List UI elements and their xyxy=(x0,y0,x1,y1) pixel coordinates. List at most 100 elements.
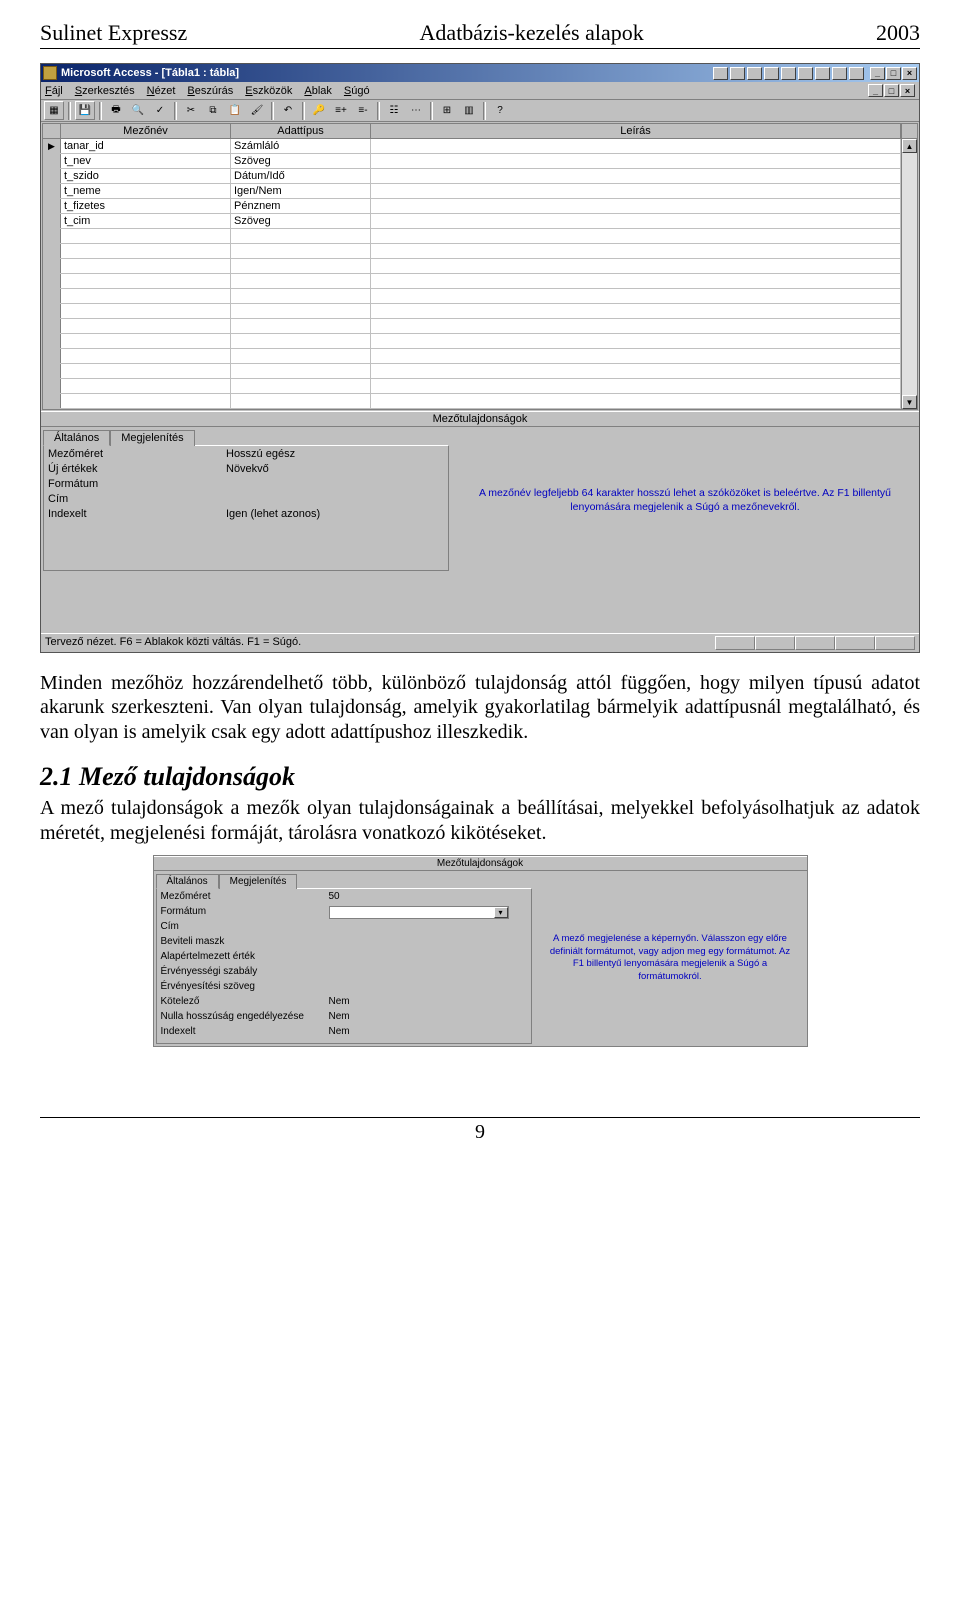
cell-fieldname[interactable]: t_cim xyxy=(61,214,231,228)
cell-description[interactable] xyxy=(371,259,901,273)
menu-fájl[interactable]: Fájl xyxy=(45,85,63,97)
property-value[interactable] xyxy=(329,951,529,966)
doc-maximize-button[interactable]: □ xyxy=(884,84,899,97)
row-selector[interactable] xyxy=(43,379,61,393)
table-row-empty[interactable] xyxy=(43,334,901,349)
table-row-empty[interactable] xyxy=(43,394,901,409)
tray-icon[interactable] xyxy=(815,67,830,80)
menu-szerkesztés[interactable]: Szerkesztés xyxy=(75,85,135,97)
cell-fieldname[interactable] xyxy=(61,289,231,303)
cell-fieldname[interactable] xyxy=(61,259,231,273)
tab-general[interactable]: Általános xyxy=(156,874,219,889)
view-button[interactable]: ▦ xyxy=(44,101,64,120)
property-row[interactable]: KötelezőNem xyxy=(159,996,529,1011)
property-value[interactable] xyxy=(226,478,446,493)
cell-datatype[interactable] xyxy=(231,334,371,348)
cell-description[interactable] xyxy=(371,334,901,348)
tray-icon[interactable] xyxy=(849,67,864,80)
scroll-up-icon[interactable]: ▲ xyxy=(902,139,917,153)
table-row-empty[interactable] xyxy=(43,304,901,319)
table-row-empty[interactable] xyxy=(43,289,901,304)
cell-description[interactable] xyxy=(371,349,901,363)
table-row-empty[interactable] xyxy=(43,319,901,334)
cell-description[interactable] xyxy=(371,319,901,333)
cell-fieldname[interactable] xyxy=(61,304,231,318)
tray-icon[interactable] xyxy=(832,67,847,80)
property-value[interactable]: Nem xyxy=(329,996,529,1011)
row-selector[interactable] xyxy=(43,334,61,348)
cell-description[interactable] xyxy=(371,304,901,318)
row-selector[interactable] xyxy=(43,289,61,303)
new-object-button[interactable]: ▥ xyxy=(459,101,479,120)
cell-fieldname[interactable] xyxy=(61,319,231,333)
table-row-empty[interactable] xyxy=(43,229,901,244)
menu-nézet[interactable]: Nézet xyxy=(147,85,176,97)
delete-rows-button[interactable]: ≡- xyxy=(353,101,373,120)
row-selector[interactable] xyxy=(43,214,61,228)
cell-description[interactable] xyxy=(371,154,901,168)
close-button[interactable]: × xyxy=(902,67,917,80)
cell-fieldname[interactable] xyxy=(61,364,231,378)
tray-icon[interactable] xyxy=(730,67,745,80)
row-selector[interactable]: ▶ xyxy=(43,139,61,153)
paste-button[interactable]: 📋 xyxy=(225,101,245,120)
cell-datatype[interactable] xyxy=(231,379,371,393)
property-value[interactable] xyxy=(329,966,529,981)
table-row[interactable]: t_nemeIgen/Nem xyxy=(43,184,901,199)
property-row[interactable]: MezőméretHosszú egész xyxy=(46,448,446,463)
row-selector[interactable] xyxy=(43,319,61,333)
cell-datatype[interactable]: Szöveg xyxy=(231,214,371,228)
cell-datatype[interactable] xyxy=(231,289,371,303)
cell-description[interactable] xyxy=(371,169,901,183)
cell-datatype[interactable]: Szöveg xyxy=(231,154,371,168)
table-row-empty[interactable] xyxy=(43,274,901,289)
builder-button[interactable]: ⋯ xyxy=(406,101,426,120)
undo-button[interactable]: ↶ xyxy=(278,101,298,120)
scroll-down-icon[interactable]: ▼ xyxy=(902,395,917,409)
cell-fieldname[interactable]: tanar_id xyxy=(61,139,231,153)
property-row[interactable]: Formátum xyxy=(46,478,446,493)
property-row[interactable]: IndexeltNem xyxy=(159,1026,529,1041)
menu-eszközök[interactable]: Eszközök xyxy=(245,85,292,97)
cell-datatype[interactable] xyxy=(231,259,371,273)
format-painter-button[interactable]: 🖌 xyxy=(247,101,267,120)
cell-datatype[interactable] xyxy=(231,394,371,408)
row-selector[interactable] xyxy=(43,259,61,273)
row-selector[interactable] xyxy=(43,244,61,258)
properties-button[interactable]: ☷ xyxy=(384,101,404,120)
table-row[interactable]: t_fizetesPénznem xyxy=(43,199,901,214)
cell-datatype[interactable]: Számláló xyxy=(231,139,371,153)
table-row-empty[interactable] xyxy=(43,244,901,259)
property-value[interactable] xyxy=(329,921,529,936)
doc-close-button[interactable]: × xyxy=(900,84,915,97)
property-row[interactable]: Nulla hosszúság engedélyezéseNem xyxy=(159,1011,529,1026)
cell-datatype[interactable]: Dátum/Idő xyxy=(231,169,371,183)
cell-fieldname[interactable] xyxy=(61,379,231,393)
cell-fieldname[interactable]: t_fizetes xyxy=(61,199,231,213)
cell-datatype[interactable] xyxy=(231,349,371,363)
row-selector[interactable] xyxy=(43,304,61,318)
table-row[interactable]: ▶tanar_idSzámláló xyxy=(43,139,901,154)
cell-datatype[interactable] xyxy=(231,229,371,243)
cell-description[interactable] xyxy=(371,244,901,258)
cell-datatype[interactable] xyxy=(231,244,371,258)
row-selector[interactable] xyxy=(43,229,61,243)
print-button[interactable]: 🖶 xyxy=(106,101,126,120)
cell-description[interactable] xyxy=(371,184,901,198)
cell-datatype[interactable]: Pénznem xyxy=(231,199,371,213)
col-header-fieldname[interactable]: Mezőnév xyxy=(61,124,231,138)
row-selector[interactable] xyxy=(43,154,61,168)
menu-súgó[interactable]: Súgó xyxy=(344,85,370,97)
tab-general[interactable]: Általános xyxy=(43,430,110,446)
row-selector[interactable] xyxy=(43,274,61,288)
property-value[interactable]: 50 xyxy=(329,891,529,906)
property-row[interactable]: Érvényességi szabály xyxy=(159,966,529,981)
property-value[interactable]: Igen (lehet azonos) xyxy=(226,508,446,523)
property-value[interactable] xyxy=(329,981,529,996)
cell-fieldname[interactable]: t_neme xyxy=(61,184,231,198)
property-row[interactable]: IndexeltIgen (lehet azonos) xyxy=(46,508,446,523)
vertical-scrollbar[interactable]: ▲ ▼ xyxy=(901,139,917,409)
property-value-combo[interactable]: ▾ xyxy=(329,906,509,919)
property-row[interactable]: Érvényesítési szöveg xyxy=(159,981,529,996)
cell-fieldname[interactable] xyxy=(61,244,231,258)
